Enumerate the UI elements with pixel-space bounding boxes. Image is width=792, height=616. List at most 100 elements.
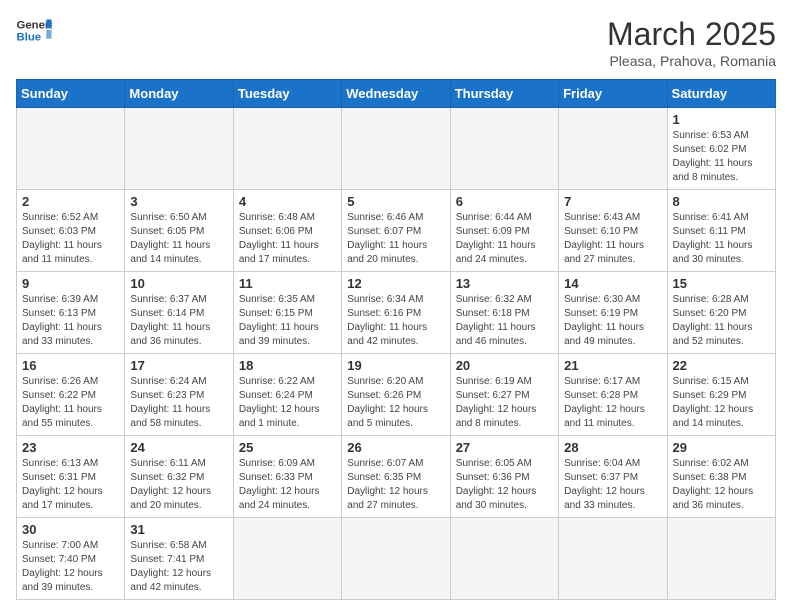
- day-info: Sunrise: 6:30 AM Sunset: 6:19 PM Dayligh…: [564, 293, 661, 349]
- calendar-cell: 13 Sunrise: 6:32 AM Sunset: 6:18 PM Dayli…: [450, 272, 558, 354]
- calendar-cell: [559, 518, 667, 600]
- day-number: 11: [239, 276, 336, 291]
- day-info: Sunrise: 6:41 AM Sunset: 6:11 PM Dayligh…: [673, 211, 770, 267]
- day-number: 8: [673, 194, 770, 209]
- calendar-cell: 10 Sunrise: 6:37 AM Sunset: 6:14 PM Dayli…: [125, 272, 233, 354]
- day-info: Sunrise: 6:20 AM Sunset: 6:26 PM Dayligh…: [347, 375, 444, 431]
- calendar-cell: 9 Sunrise: 6:39 AM Sunset: 6:13 PM Daylig…: [17, 272, 125, 354]
- day-info: Sunrise: 6:24 AM Sunset: 6:23 PM Dayligh…: [130, 375, 227, 431]
- calendar-cell: 16Sunrise: 6:26 AM Sunset: 6:22 PM Dayli…: [17, 354, 125, 436]
- day-number: 2: [22, 194, 119, 209]
- weekday-header-wednesday: Wednesday: [342, 80, 450, 108]
- day-number: 26: [347, 440, 444, 455]
- day-info: Sunrise: 6:22 AM Sunset: 6:24 PM Dayligh…: [239, 375, 336, 431]
- logo: General Blue: [16, 16, 52, 44]
- page-header: General Blue March 2025 Pleasa, Prahova,…: [16, 16, 776, 69]
- calendar-cell: 11Sunrise: 6:35 AM Sunset: 6:15 PM Dayli…: [233, 272, 341, 354]
- day-number: 29: [673, 440, 770, 455]
- calendar-cell: [233, 518, 341, 600]
- day-info: Sunrise: 6:05 AM Sunset: 6:36 PM Dayligh…: [456, 457, 553, 513]
- calendar-cell: [342, 108, 450, 190]
- day-info: Sunrise: 6:39 AM Sunset: 6:13 PM Dayligh…: [22, 293, 119, 349]
- day-number: 5: [347, 194, 444, 209]
- calendar-week-5: 30 Sunrise: 7:00 AM Sunset: 7:40 PM Dayli…: [17, 518, 776, 600]
- calendar-cell: 26 Sunrise: 6:07 AM Sunset: 6:35 PM Dayli…: [342, 436, 450, 518]
- calendar-cell: 15 Sunrise: 6:28 AM Sunset: 6:20 PM Dayli…: [667, 272, 775, 354]
- day-number: 27: [456, 440, 553, 455]
- day-info: Sunrise: 6:50 AM Sunset: 6:05 PM Dayligh…: [130, 211, 227, 267]
- day-info: Sunrise: 6:09 AM Sunset: 6:33 PM Dayligh…: [239, 457, 336, 513]
- calendar-cell: 20 Sunrise: 6:19 AM Sunset: 6:27 PM Dayli…: [450, 354, 558, 436]
- calendar-cell: 12 Sunrise: 6:34 AM Sunset: 6:16 PM Dayli…: [342, 272, 450, 354]
- day-info: Sunrise: 6:53 AM Sunset: 6:02 PM Dayligh…: [673, 129, 770, 185]
- subtitle: Pleasa, Prahova, Romania: [607, 53, 776, 69]
- calendar-cell: [450, 518, 558, 600]
- day-info: Sunrise: 6:43 AM Sunset: 6:10 PM Dayligh…: [564, 211, 661, 267]
- calendar-cell: 4 Sunrise: 6:48 AM Sunset: 6:06 PM Daylig…: [233, 190, 341, 272]
- day-number: 31: [130, 522, 227, 537]
- day-info: Sunrise: 6:32 AM Sunset: 6:18 PM Dayligh…: [456, 293, 553, 349]
- calendar-week-4: 23Sunrise: 6:13 AM Sunset: 6:31 PM Dayli…: [17, 436, 776, 518]
- calendar-cell: [667, 518, 775, 600]
- svg-text:Blue: Blue: [17, 32, 42, 44]
- calendar-cell: 3 Sunrise: 6:50 AM Sunset: 6:05 PM Daylig…: [125, 190, 233, 272]
- calendar-cell: 25 Sunrise: 6:09 AM Sunset: 6:33 PM Dayli…: [233, 436, 341, 518]
- day-info: Sunrise: 6:37 AM Sunset: 6:14 PM Dayligh…: [130, 293, 227, 349]
- day-info: Sunrise: 6:26 AM Sunset: 6:22 PM Dayligh…: [22, 375, 119, 431]
- calendar-cell: 2 Sunrise: 6:52 AM Sunset: 6:03 PM Daylig…: [17, 190, 125, 272]
- calendar-cell: 5Sunrise: 6:46 AM Sunset: 6:07 PM Daylig…: [342, 190, 450, 272]
- calendar-cell: 18 Sunrise: 6:22 AM Sunset: 6:24 PM Dayli…: [233, 354, 341, 436]
- day-number: 20: [456, 358, 553, 373]
- calendar-cell: [233, 108, 341, 190]
- day-number: 22: [673, 358, 770, 373]
- day-info: Sunrise: 7:00 AM Sunset: 7:40 PM Dayligh…: [22, 539, 119, 595]
- calendar-week-2: 9 Sunrise: 6:39 AM Sunset: 6:13 PM Daylig…: [17, 272, 776, 354]
- calendar-cell: [559, 108, 667, 190]
- calendar-cell: 14Sunrise: 6:30 AM Sunset: 6:19 PM Dayli…: [559, 272, 667, 354]
- day-number: 21: [564, 358, 661, 373]
- day-number: 23: [22, 440, 119, 455]
- day-info: Sunrise: 6:19 AM Sunset: 6:27 PM Dayligh…: [456, 375, 553, 431]
- day-number: 19: [347, 358, 444, 373]
- weekday-header-friday: Friday: [559, 80, 667, 108]
- weekday-header-tuesday: Tuesday: [233, 80, 341, 108]
- day-info: Sunrise: 6:48 AM Sunset: 6:06 PM Dayligh…: [239, 211, 336, 267]
- calendar-cell: 19 Sunrise: 6:20 AM Sunset: 6:26 PM Dayli…: [342, 354, 450, 436]
- day-info: Sunrise: 6:52 AM Sunset: 6:03 PM Dayligh…: [22, 211, 119, 267]
- day-info: Sunrise: 6:28 AM Sunset: 6:20 PM Dayligh…: [673, 293, 770, 349]
- calendar-cell: [450, 108, 558, 190]
- calendar-table: SundayMondayTuesdayWednesdayThursdayFrid…: [16, 79, 776, 600]
- weekday-header-monday: Monday: [125, 80, 233, 108]
- day-number: 4: [239, 194, 336, 209]
- day-number: 1: [673, 112, 770, 127]
- weekday-header-sunday: Sunday: [17, 80, 125, 108]
- day-number: 30: [22, 522, 119, 537]
- calendar-cell: [125, 108, 233, 190]
- weekday-header-row: SundayMondayTuesdayWednesdayThursdayFrid…: [17, 80, 776, 108]
- day-info: Sunrise: 6:58 AM Sunset: 7:41 PM Dayligh…: [130, 539, 227, 595]
- calendar-cell: 30 Sunrise: 7:00 AM Sunset: 7:40 PM Dayli…: [17, 518, 125, 600]
- calendar-cell: 1 Sunrise: 6:53 AM Sunset: 6:02 PM Daylig…: [667, 108, 775, 190]
- day-number: 15: [673, 276, 770, 291]
- day-info: Sunrise: 6:11 AM Sunset: 6:32 PM Dayligh…: [130, 457, 227, 513]
- day-number: 3: [130, 194, 227, 209]
- day-info: Sunrise: 6:34 AM Sunset: 6:16 PM Dayligh…: [347, 293, 444, 349]
- month-title: March 2025: [607, 16, 776, 53]
- calendar-week-3: 16Sunrise: 6:26 AM Sunset: 6:22 PM Dayli…: [17, 354, 776, 436]
- weekday-header-thursday: Thursday: [450, 80, 558, 108]
- calendar-cell: 22 Sunrise: 6:15 AM Sunset: 6:29 PM Dayli…: [667, 354, 775, 436]
- day-number: 9: [22, 276, 119, 291]
- day-number: 13: [456, 276, 553, 291]
- day-number: 17: [130, 358, 227, 373]
- calendar-cell: 23Sunrise: 6:13 AM Sunset: 6:31 PM Dayli…: [17, 436, 125, 518]
- day-number: 12: [347, 276, 444, 291]
- day-info: Sunrise: 6:15 AM Sunset: 6:29 PM Dayligh…: [673, 375, 770, 431]
- day-info: Sunrise: 6:07 AM Sunset: 6:35 PM Dayligh…: [347, 457, 444, 513]
- day-number: 18: [239, 358, 336, 373]
- day-number: 10: [130, 276, 227, 291]
- day-number: 28: [564, 440, 661, 455]
- day-number: 6: [456, 194, 553, 209]
- day-number: 25: [239, 440, 336, 455]
- day-info: Sunrise: 6:44 AM Sunset: 6:09 PM Dayligh…: [456, 211, 553, 267]
- calendar-cell: 31 Sunrise: 6:58 AM Sunset: 7:41 PM Dayli…: [125, 518, 233, 600]
